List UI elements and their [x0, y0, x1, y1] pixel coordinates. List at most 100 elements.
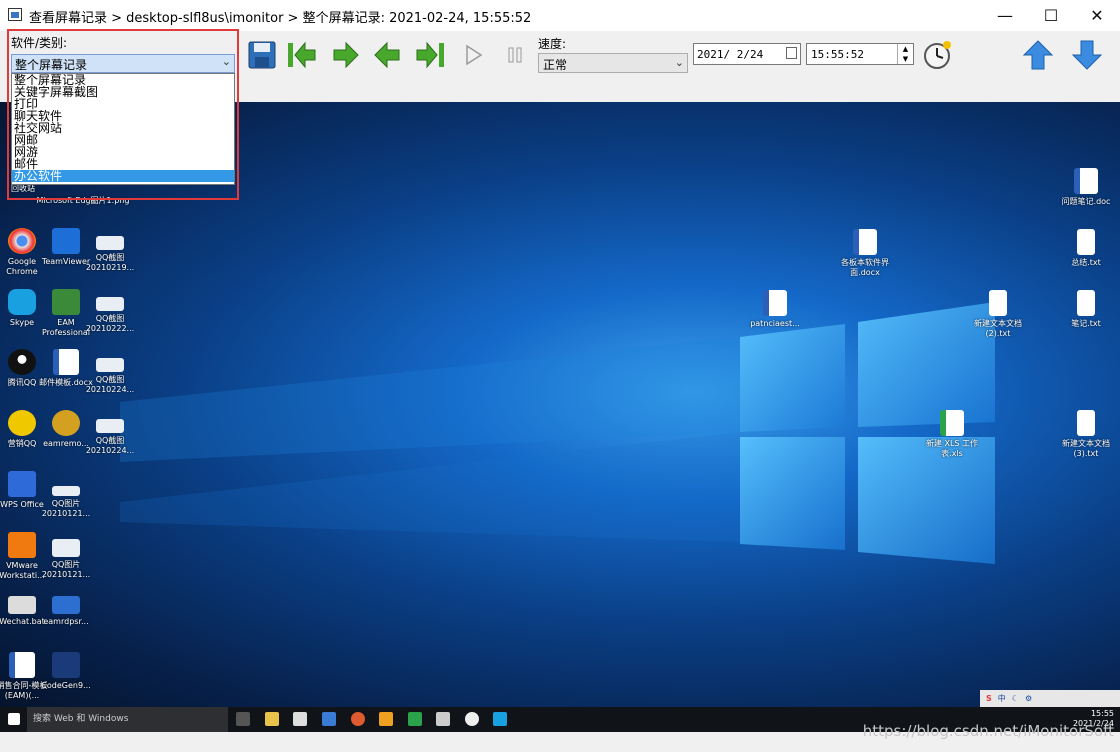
category-option-selected[interactable]: 办公软件: [12, 170, 234, 182]
time-picker[interactable]: 15:55:52 ▲ ▼: [806, 43, 914, 65]
eam-icon: [52, 289, 80, 315]
skype-icon: [493, 712, 507, 726]
codegen-icon: [52, 652, 80, 678]
speed-selected: 正常: [543, 58, 568, 72]
icon-label: 新建文本文档(2).txt: [974, 319, 1022, 338]
image-file-icon: [52, 486, 80, 496]
save-icon[interactable]: [246, 39, 278, 71]
title-bar: 查看屏幕记录 > desktop-slfl8us\imonitor > 整个屏幕…: [0, 0, 1120, 31]
text-file-icon: [989, 290, 1007, 316]
close-button[interactable]: ✕: [1074, 0, 1120, 31]
chevron-down-icon[interactable]: ⌄: [675, 56, 684, 69]
category-option[interactable]: 聊天软件: [12, 110, 234, 122]
store-icon: [293, 712, 307, 726]
icon-label: patnciaest...: [750, 319, 800, 328]
category-dropdown-list[interactable]: 整个屏幕记录 关键字屏幕截图 打印 聊天软件 社交网站 网邮 网游 邮件 办公软…: [11, 73, 235, 185]
browser-icon: [351, 712, 365, 726]
pause-icon[interactable]: [499, 39, 531, 71]
category-option[interactable]: 社交网站: [12, 122, 234, 134]
vmware-icon: [8, 532, 36, 558]
icon-label: QQ截图 20210219...: [85, 253, 135, 272]
ime-toolbar: S 中 ☾ ⚙: [980, 690, 1120, 707]
desktop-icon-eamrdp[interactable]: eamrdpsr...: [36, 596, 96, 627]
desktop-icon-doc[interactable]: 问题笔记.doc: [1056, 168, 1116, 207]
word-doc-icon: [9, 652, 35, 678]
settings-icon: ⚙: [1024, 694, 1033, 703]
text-file-icon: [1077, 410, 1095, 436]
clock-jump-icon[interactable]: [921, 39, 953, 71]
category-option[interactable]: 关键字屏幕截图: [12, 86, 234, 98]
app-icon: [8, 8, 22, 21]
desktop-icon-file[interactable]: QQ截图 20210222...: [80, 297, 140, 334]
minimize-button[interactable]: —: [982, 0, 1028, 31]
previous-frame-icon[interactable]: [371, 39, 403, 71]
qq-icon: [8, 349, 36, 375]
category-option[interactable]: 网游: [12, 146, 234, 158]
category-option[interactable]: 网邮: [12, 134, 234, 146]
desktop-icon-doc[interactable]: patnciaest...: [745, 290, 805, 329]
image-file-icon: [96, 297, 124, 311]
window-title: 查看屏幕记录 > desktop-slfl8us\imonitor > 整个屏幕…: [29, 11, 532, 26]
arrow-up-icon[interactable]: [1022, 39, 1054, 71]
next-frame-icon[interactable]: [330, 39, 362, 71]
time-value: 15:55:52: [811, 48, 864, 61]
icon-label: 总结.txt: [1071, 258, 1101, 267]
app-icon: [379, 712, 393, 726]
icon-label: 新建文本文档(3).txt: [1062, 439, 1110, 458]
app-icon: [322, 712, 336, 726]
desktop-icon-file[interactable]: QQ截图 20210224...: [80, 419, 140, 456]
desktop-icon-txt[interactable]: 总结.txt: [1056, 229, 1116, 268]
desktop-icon-file[interactable]: QQ截图 20210224...: [80, 358, 140, 395]
calendar-icon[interactable]: [786, 47, 797, 59]
desktop-icon-txt[interactable]: 新建文本文档(3).txt: [1056, 410, 1116, 459]
icon-label: 问题笔记.doc: [1061, 197, 1111, 206]
desktop-icon-txt[interactable]: 新建文本文档(2).txt: [968, 290, 1028, 339]
date-value: 2021/ 2/24: [697, 48, 764, 61]
task-view-icon: [236, 712, 250, 726]
time-spinner[interactable]: ▲ ▼: [897, 44, 913, 64]
image-file-icon: [96, 358, 124, 372]
desktop-icon-codegen[interactable]: CodeGen9...: [36, 652, 96, 691]
speed-select[interactable]: 正常 ⌄: [538, 53, 688, 73]
skype-icon: [8, 289, 36, 315]
batch-file-icon: [8, 596, 36, 614]
text-file-icon: [1077, 290, 1095, 316]
ime-mode[interactable]: 中: [998, 690, 1006, 707]
desktop-icon-txt[interactable]: 笔记.txt: [1056, 290, 1116, 329]
watermark-text: https://blog.csdn.net/iMonitorSoft: [862, 722, 1114, 740]
chevron-down-icon[interactable]: ⌄: [222, 55, 231, 68]
category-option[interactable]: 整个屏幕记录: [12, 74, 234, 86]
category-select[interactable]: 整个屏幕记录 ⌄: [11, 54, 235, 73]
last-frame-icon[interactable]: [414, 39, 446, 71]
desktop-icon-file[interactable]: QQ图片 20210121...: [36, 486, 96, 519]
first-frame-icon[interactable]: [286, 39, 318, 71]
app-icon: [465, 712, 479, 726]
date-picker[interactable]: 2021/ 2/24: [693, 43, 801, 65]
category-option[interactable]: 打印: [12, 98, 234, 110]
speed-label: 速度:: [538, 37, 567, 51]
image-file-icon: [96, 236, 124, 250]
sogou-ime-icon: S: [986, 694, 992, 703]
icon-label: QQ截图 20210224...: [85, 375, 135, 394]
word-doc-icon: [763, 290, 787, 316]
arrow-down-icon[interactable]: [1071, 39, 1103, 71]
category-option[interactable]: 邮件: [12, 158, 234, 170]
icon-label: QQ截图 20210222...: [85, 314, 135, 333]
icon-label: eamrdpsr...: [43, 617, 89, 626]
desktop-icon-file[interactable]: QQ图片 20210121...: [36, 539, 96, 580]
desktop-icon-docx[interactable]: 各板本软件界面.docx: [835, 229, 895, 278]
marketing-qq-icon: [8, 410, 36, 436]
gear-icon: [52, 410, 80, 436]
windows-start-icon: [8, 713, 20, 725]
image-file-icon: [96, 419, 124, 433]
app-icon: [436, 712, 450, 726]
teamviewer-icon: [52, 228, 80, 254]
desktop-icon-xls[interactable]: 新建 XLS 工作表.xls: [922, 410, 982, 459]
desktop-icon-file[interactable]: QQ截图 20210219...: [80, 236, 140, 273]
image-file-icon: [52, 539, 80, 557]
moon-icon: ☾: [1011, 694, 1019, 703]
clock-time: 15:55: [1090, 709, 1114, 718]
maximize-button[interactable]: ☐: [1028, 0, 1074, 31]
play-icon[interactable]: [457, 39, 489, 71]
wps-icon: [8, 471, 36, 497]
